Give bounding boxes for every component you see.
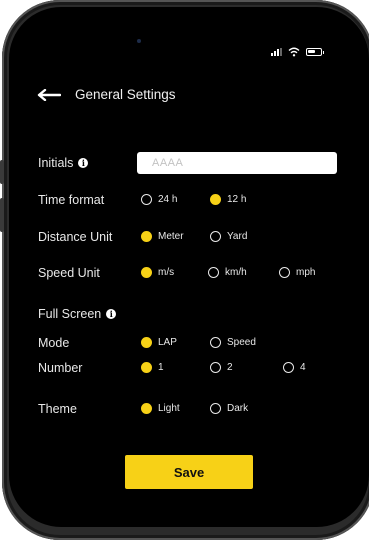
speed-unit-row: Speed Unit (38, 263, 100, 283)
full-screen-label: Full Screen i (38, 307, 117, 321)
time-format-option-12h[interactable]: 12 h (210, 194, 246, 205)
radio-icon (208, 267, 219, 278)
number-option-1[interactable]: 1 (141, 362, 164, 373)
option-label: Light (158, 403, 180, 414)
radio-icon (210, 231, 221, 242)
battery-icon (306, 48, 324, 56)
mode-option-speed[interactable]: Speed (210, 337, 256, 348)
option-label: Yard (227, 231, 248, 242)
option-label: Speed (227, 337, 256, 348)
page-title: General Settings (75, 87, 176, 102)
initials-label-text: Initials (38, 156, 74, 170)
initials-label: Initials i (38, 156, 89, 170)
distance-unit-row: Distance Unit (38, 227, 112, 247)
option-label: km/h (225, 267, 247, 278)
distance-option-yard[interactable]: Yard (210, 231, 247, 242)
initials-input[interactable] (137, 152, 337, 174)
distance-unit-label: Distance Unit (38, 230, 113, 244)
phone-side-button (0, 198, 4, 232)
camera-dot (137, 39, 141, 43)
phone-side-button (0, 160, 4, 184)
option-label: Meter (158, 231, 184, 242)
radio-selected-icon (210, 194, 221, 205)
info-icon[interactable]: i (106, 309, 117, 319)
theme-option-dark[interactable]: Dark (210, 403, 248, 414)
save-button[interactable]: Save (125, 455, 253, 489)
app-screen: General Settings Initials i Time format … (9, 7, 369, 527)
radio-selected-icon (141, 231, 152, 242)
option-label: mph (296, 267, 316, 278)
full-screen-row: Full Screen i (38, 304, 117, 324)
initials-row: Initials i (38, 153, 89, 173)
time-format-row: Time format (38, 190, 104, 210)
speed-option-mph[interactable]: mph (279, 267, 315, 278)
option-label: m/s (158, 267, 175, 278)
speed-unit-label: Speed Unit (38, 266, 100, 280)
full-screen-label-text: Full Screen (38, 307, 102, 321)
option-label: 4 (300, 362, 306, 373)
option-label: 1 (158, 362, 164, 373)
theme-row: Theme (38, 399, 77, 419)
time-format-option-24h[interactable]: 24 h (141, 194, 177, 205)
time-format-label: Time format (38, 193, 105, 207)
option-label: 24 h (158, 194, 178, 205)
theme-label: Theme (38, 402, 77, 416)
mode-label: Mode (38, 336, 70, 350)
status-bar (271, 47, 324, 57)
mode-row: Mode (38, 333, 69, 353)
number-row: Number (38, 358, 82, 378)
radio-selected-icon (141, 337, 152, 348)
radio-icon (283, 362, 294, 373)
number-option-2[interactable]: 2 (210, 362, 233, 373)
signal-icon (271, 48, 282, 56)
option-label: 2 (227, 362, 233, 373)
distance-option-meter[interactable]: Meter (141, 231, 184, 242)
speed-option-kmh[interactable]: km/h (208, 267, 247, 278)
option-label: Dark (227, 403, 249, 414)
radio-icon (279, 267, 290, 278)
mode-option-lap[interactable]: LAP (141, 337, 177, 348)
radio-icon (210, 362, 221, 373)
wifi-icon (288, 47, 300, 57)
option-label: LAP (158, 337, 177, 348)
radio-icon (210, 403, 221, 414)
arrow-left-icon[interactable] (37, 88, 61, 101)
number-label: Number (38, 361, 83, 375)
radio-icon (141, 194, 152, 205)
header: General Settings (37, 87, 176, 102)
speed-option-ms[interactable]: m/s (141, 267, 174, 278)
option-label: 12 h (227, 194, 247, 205)
radio-selected-icon (141, 267, 152, 278)
info-icon[interactable]: i (78, 158, 89, 168)
radio-icon (210, 337, 221, 348)
radio-selected-icon (141, 362, 152, 373)
number-option-4[interactable]: 4 (283, 362, 306, 373)
theme-option-light[interactable]: Light (141, 403, 180, 414)
radio-selected-icon (141, 403, 152, 414)
